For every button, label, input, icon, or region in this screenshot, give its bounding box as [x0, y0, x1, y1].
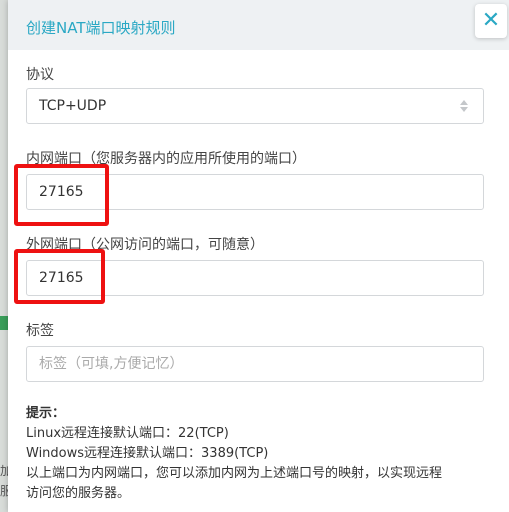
highlight-box: [14, 164, 109, 226]
tip-line: Linux远程连接默认端口：22(TCP): [26, 426, 229, 441]
tag-label: 标签: [26, 323, 54, 339]
tips-title: 提示：: [26, 406, 66, 421]
backdrop-bar: [0, 316, 8, 330]
close-button[interactable]: ✕: [475, 4, 507, 38]
tag-input[interactable]: 标签（可填,方便记忆）: [26, 346, 484, 382]
select-arrows-icon: [460, 100, 468, 112]
protocol-value: TCP+UDP: [39, 98, 107, 114]
tips-section: 提示： Linux远程连接默认端口：22(TCP) Windows远程连接默认端…: [26, 404, 442, 504]
protocol-label: 协议: [26, 67, 54, 83]
tip-line: 以上端口为内网端口，您可以添加内网为上述端口号的映射，以实现远程: [26, 466, 443, 481]
protocol-select[interactable]: TCP+UDP: [26, 88, 484, 124]
dialog-header: 创建NAT端口映射规则: [8, 0, 509, 50]
tip-line: 访问您的服务器。: [26, 486, 131, 501]
tag-placeholder: 标签（可填,方便记忆）: [39, 356, 184, 372]
close-icon: ✕: [481, 8, 501, 33]
create-nat-dialog: 创建NAT端口映射规则 ✕ 协议 TCP+UDP 内网端口（您服务器内的应用所使…: [8, 0, 509, 512]
tip-line: Windows远程连接默认端口：3389(TCP): [26, 446, 269, 461]
dialog-title: 创建NAT端口映射规则: [26, 19, 176, 37]
highlight-box: [14, 249, 105, 304]
